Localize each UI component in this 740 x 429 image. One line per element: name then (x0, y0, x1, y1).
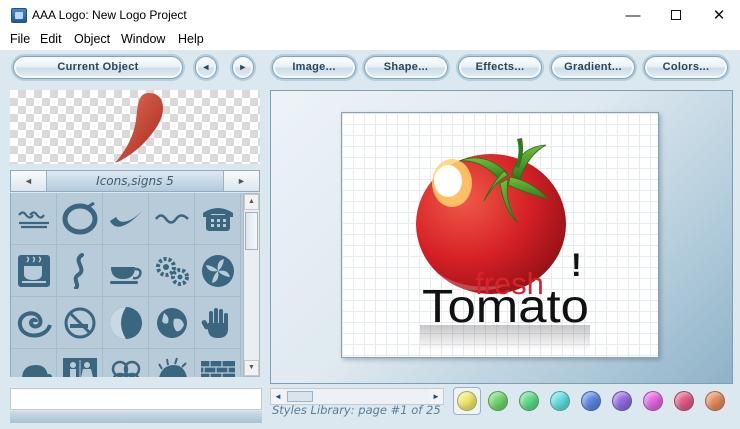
menu-bar: File Edit Object Window Help (0, 31, 740, 50)
library-next-button[interactable]: ► (223, 171, 259, 191)
menu-edit[interactable]: Edit (40, 32, 62, 46)
close-button[interactable]: ✕ (696, 0, 740, 31)
color-swatch[interactable] (519, 391, 539, 411)
library-scrollbar[interactable]: ▲ ▼ (243, 193, 260, 377)
color-swatch[interactable] (457, 391, 477, 411)
library-item-propeller[interactable] (195, 245, 241, 297)
half-moon-icon (110, 307, 142, 339)
library-item-brickwall[interactable] (195, 349, 241, 377)
property-input[interactable] (10, 388, 262, 410)
menu-help[interactable]: Help (178, 32, 204, 46)
styles-scroll-thumb[interactable] (287, 391, 313, 402)
logo-canvas[interactable]: fresh Tomato ! (341, 112, 659, 358)
image-button[interactable]: Image... (272, 56, 356, 79)
swoosh-icon (110, 211, 142, 227)
ring-swirl-icon (62, 201, 98, 235)
scroll-up-button[interactable]: ▲ (244, 194, 259, 210)
library-item-gears[interactable] (149, 245, 195, 297)
library-title[interactable]: Icons,signs 5 (47, 171, 223, 191)
library-item-turtle[interactable] (11, 349, 57, 377)
hand-print-icon (201, 308, 228, 338)
library-header: ◄ Icons,signs 5 ► (10, 170, 260, 192)
turtle-icon (22, 365, 52, 377)
hedgehog-icon (158, 357, 187, 377)
library-item-telephone[interactable] (195, 193, 241, 245)
menu-file[interactable]: File (10, 32, 30, 46)
globe-icon (157, 308, 187, 338)
library-item-nosmoking[interactable] (57, 297, 103, 349)
telephone-icon (203, 208, 233, 231)
spiral-wave-icon (17, 311, 52, 338)
app-icon (11, 8, 27, 23)
color-swatch[interactable] (705, 391, 725, 411)
window-title: AAA Logo: New Logo Project (32, 8, 187, 22)
scroll-thumb[interactable] (245, 212, 258, 250)
maximize-button[interactable] (653, 0, 699, 31)
object-preview (10, 90, 260, 164)
brick-wall-icon (201, 361, 235, 377)
scroll-down-button[interactable]: ▼ (244, 360, 259, 376)
coffee-cup-icon (18, 255, 50, 287)
gradient-button[interactable]: Gradient... (551, 56, 635, 79)
library-item-coffee[interactable] (11, 245, 57, 297)
library-item-waves[interactable] (11, 193, 57, 245)
library-item-ring[interactable] (57, 193, 103, 245)
clover-icon (111, 360, 141, 377)
library-item-globe[interactable] (149, 297, 195, 349)
swoosh-preview-icon (115, 92, 163, 163)
no-smoking-icon (64, 307, 96, 339)
shape-button[interactable]: Shape... (364, 56, 448, 79)
styles-prev-button[interactable]: ◄ (271, 389, 285, 404)
logo-exclaim: ! (571, 247, 582, 283)
canvas-area: fresh Tomato ! (270, 90, 733, 384)
library-item-spiral[interactable] (11, 297, 57, 349)
property-bar (10, 411, 262, 423)
minimize-button[interactable]: — (610, 0, 656, 31)
current-object-button[interactable]: Current Object (13, 56, 183, 79)
maximize-icon (671, 9, 681, 20)
effects-button[interactable]: Effects... (458, 56, 542, 79)
tomato-logo: fresh Tomato ! (416, 138, 590, 351)
color-swatch[interactable] (643, 391, 663, 411)
prev-object-button[interactable]: ◄ (195, 56, 217, 79)
waves-icon (18, 211, 49, 229)
restroom-icon (63, 358, 97, 377)
menu-window[interactable]: Window (121, 32, 165, 46)
library-item-hedgehog[interactable] (149, 349, 195, 377)
styles-next-button[interactable]: ► (429, 389, 443, 404)
colors-button[interactable]: Colors... (644, 56, 728, 79)
library-item-clover[interactable] (103, 349, 149, 377)
color-swatch[interactable] (674, 391, 694, 411)
styles-library-label: Styles Library: page #1 of 25 (272, 403, 441, 417)
icon-library-grid (10, 193, 243, 377)
library-prev-button[interactable]: ◄ (11, 171, 47, 191)
gears-icon (156, 257, 189, 286)
s-curve-icon (73, 253, 84, 289)
teacup-icon (110, 267, 142, 284)
color-swatch[interactable] (581, 391, 601, 411)
color-swatch[interactable] (550, 391, 570, 411)
library-item-restroom[interactable] (57, 349, 103, 377)
menu-object[interactable]: Object (74, 32, 110, 46)
color-swatch[interactable] (488, 391, 508, 411)
library-item-halfmoon[interactable] (103, 297, 149, 349)
app-body: Current Object ◄ ► Image... Shape... Eff… (0, 50, 740, 429)
library-item-teacup[interactable] (103, 245, 149, 297)
library-item-wave[interactable] (149, 193, 195, 245)
wave-line-icon (154, 214, 189, 224)
next-object-button[interactable]: ► (232, 56, 254, 79)
propeller-icon (202, 255, 234, 287)
library-item-hand[interactable] (195, 297, 241, 349)
library-item-swoosh[interactable] (103, 193, 149, 245)
title-bar: AAA Logo: New Logo Project — ✕ (0, 0, 740, 31)
library-item-scurve[interactable] (57, 245, 103, 297)
logo-word-tomato: Tomato (422, 280, 589, 332)
color-swatch[interactable] (612, 391, 632, 411)
